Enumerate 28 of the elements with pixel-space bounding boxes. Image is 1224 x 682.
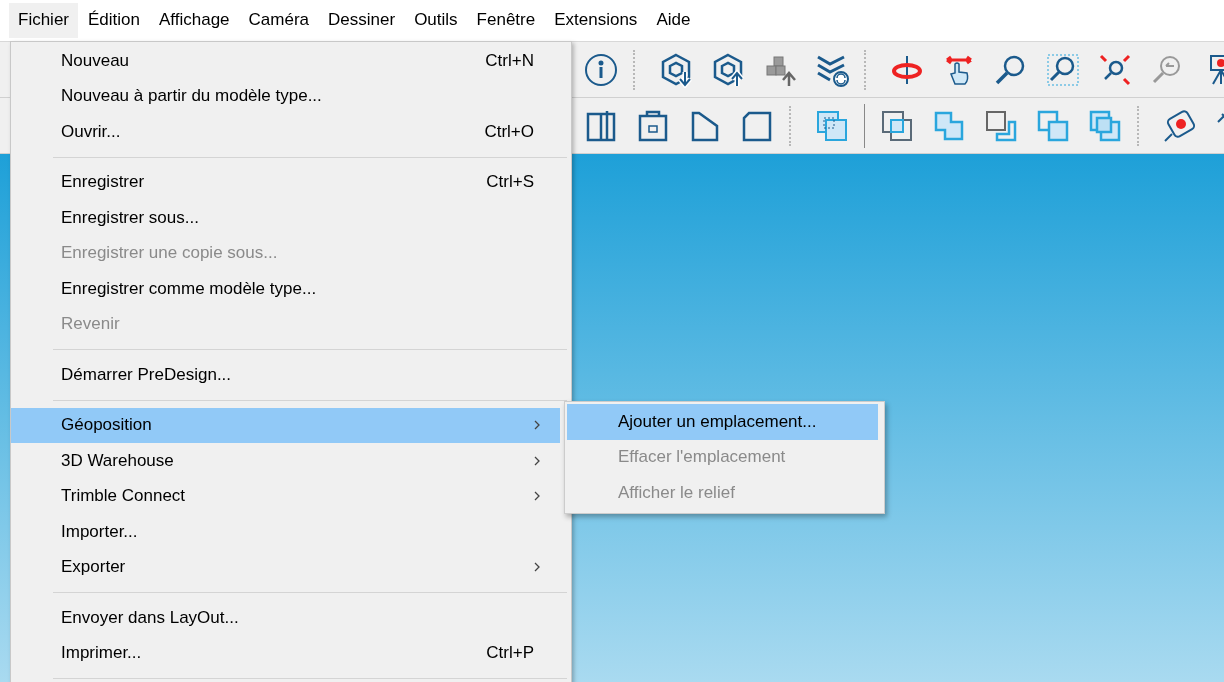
menu-item[interactable]: Démarrer PreDesign... bbox=[11, 357, 560, 393]
menu-item[interactable]: Envoyer dans LayOut... bbox=[11, 600, 560, 636]
menu-item[interactable]: Nouveau Ctrl+N bbox=[11, 43, 560, 79]
menu-title[interactable]: Dessiner bbox=[319, 3, 405, 38]
menu-item[interactable]: 3D Warehouse bbox=[11, 443, 560, 479]
menu-item[interactable]: Enregistrer sous... bbox=[11, 200, 560, 236]
menu-item[interactable]: Nouveau à partir du modèle type... bbox=[11, 78, 560, 114]
shortcut-label: Ctrl+S bbox=[486, 172, 534, 193]
menu-item[interactable]: Enregistrer Ctrl+S bbox=[11, 164, 560, 200]
menu-item[interactable]: Imprimer... Ctrl+P bbox=[11, 635, 560, 671]
menu-item[interactable]: Trimble Connect bbox=[11, 478, 560, 514]
menu-title[interactable]: Affichage bbox=[150, 3, 239, 38]
shortcut-label: Ctrl+N bbox=[485, 50, 534, 71]
menu-item[interactable]: Importer... bbox=[11, 514, 560, 550]
menu-title[interactable]: Édition bbox=[79, 3, 149, 38]
menu-item[interactable]: Exporter bbox=[11, 549, 560, 585]
menu-item[interactable]: Ouvrir... Ctrl+O bbox=[11, 114, 560, 150]
menu-title[interactable]: Fenêtre bbox=[467, 3, 545, 38]
menu-title[interactable]: Fichier bbox=[9, 3, 78, 38]
menu-item[interactable]: Ajouter un emplacement... bbox=[567, 404, 878, 440]
menu-title[interactable]: Extensions bbox=[545, 3, 647, 38]
shortcut-label: Ctrl+P bbox=[486, 643, 534, 664]
menu-title[interactable]: Outils bbox=[405, 3, 467, 38]
shortcut-label: Ctrl+O bbox=[484, 121, 534, 142]
menu-item[interactable]: Géoposition bbox=[11, 407, 560, 443]
menu-title[interactable]: Aide bbox=[647, 3, 700, 38]
menu-title[interactable]: Caméra bbox=[239, 3, 319, 38]
menu-item[interactable]: Enregistrer comme modèle type... bbox=[11, 271, 560, 307]
